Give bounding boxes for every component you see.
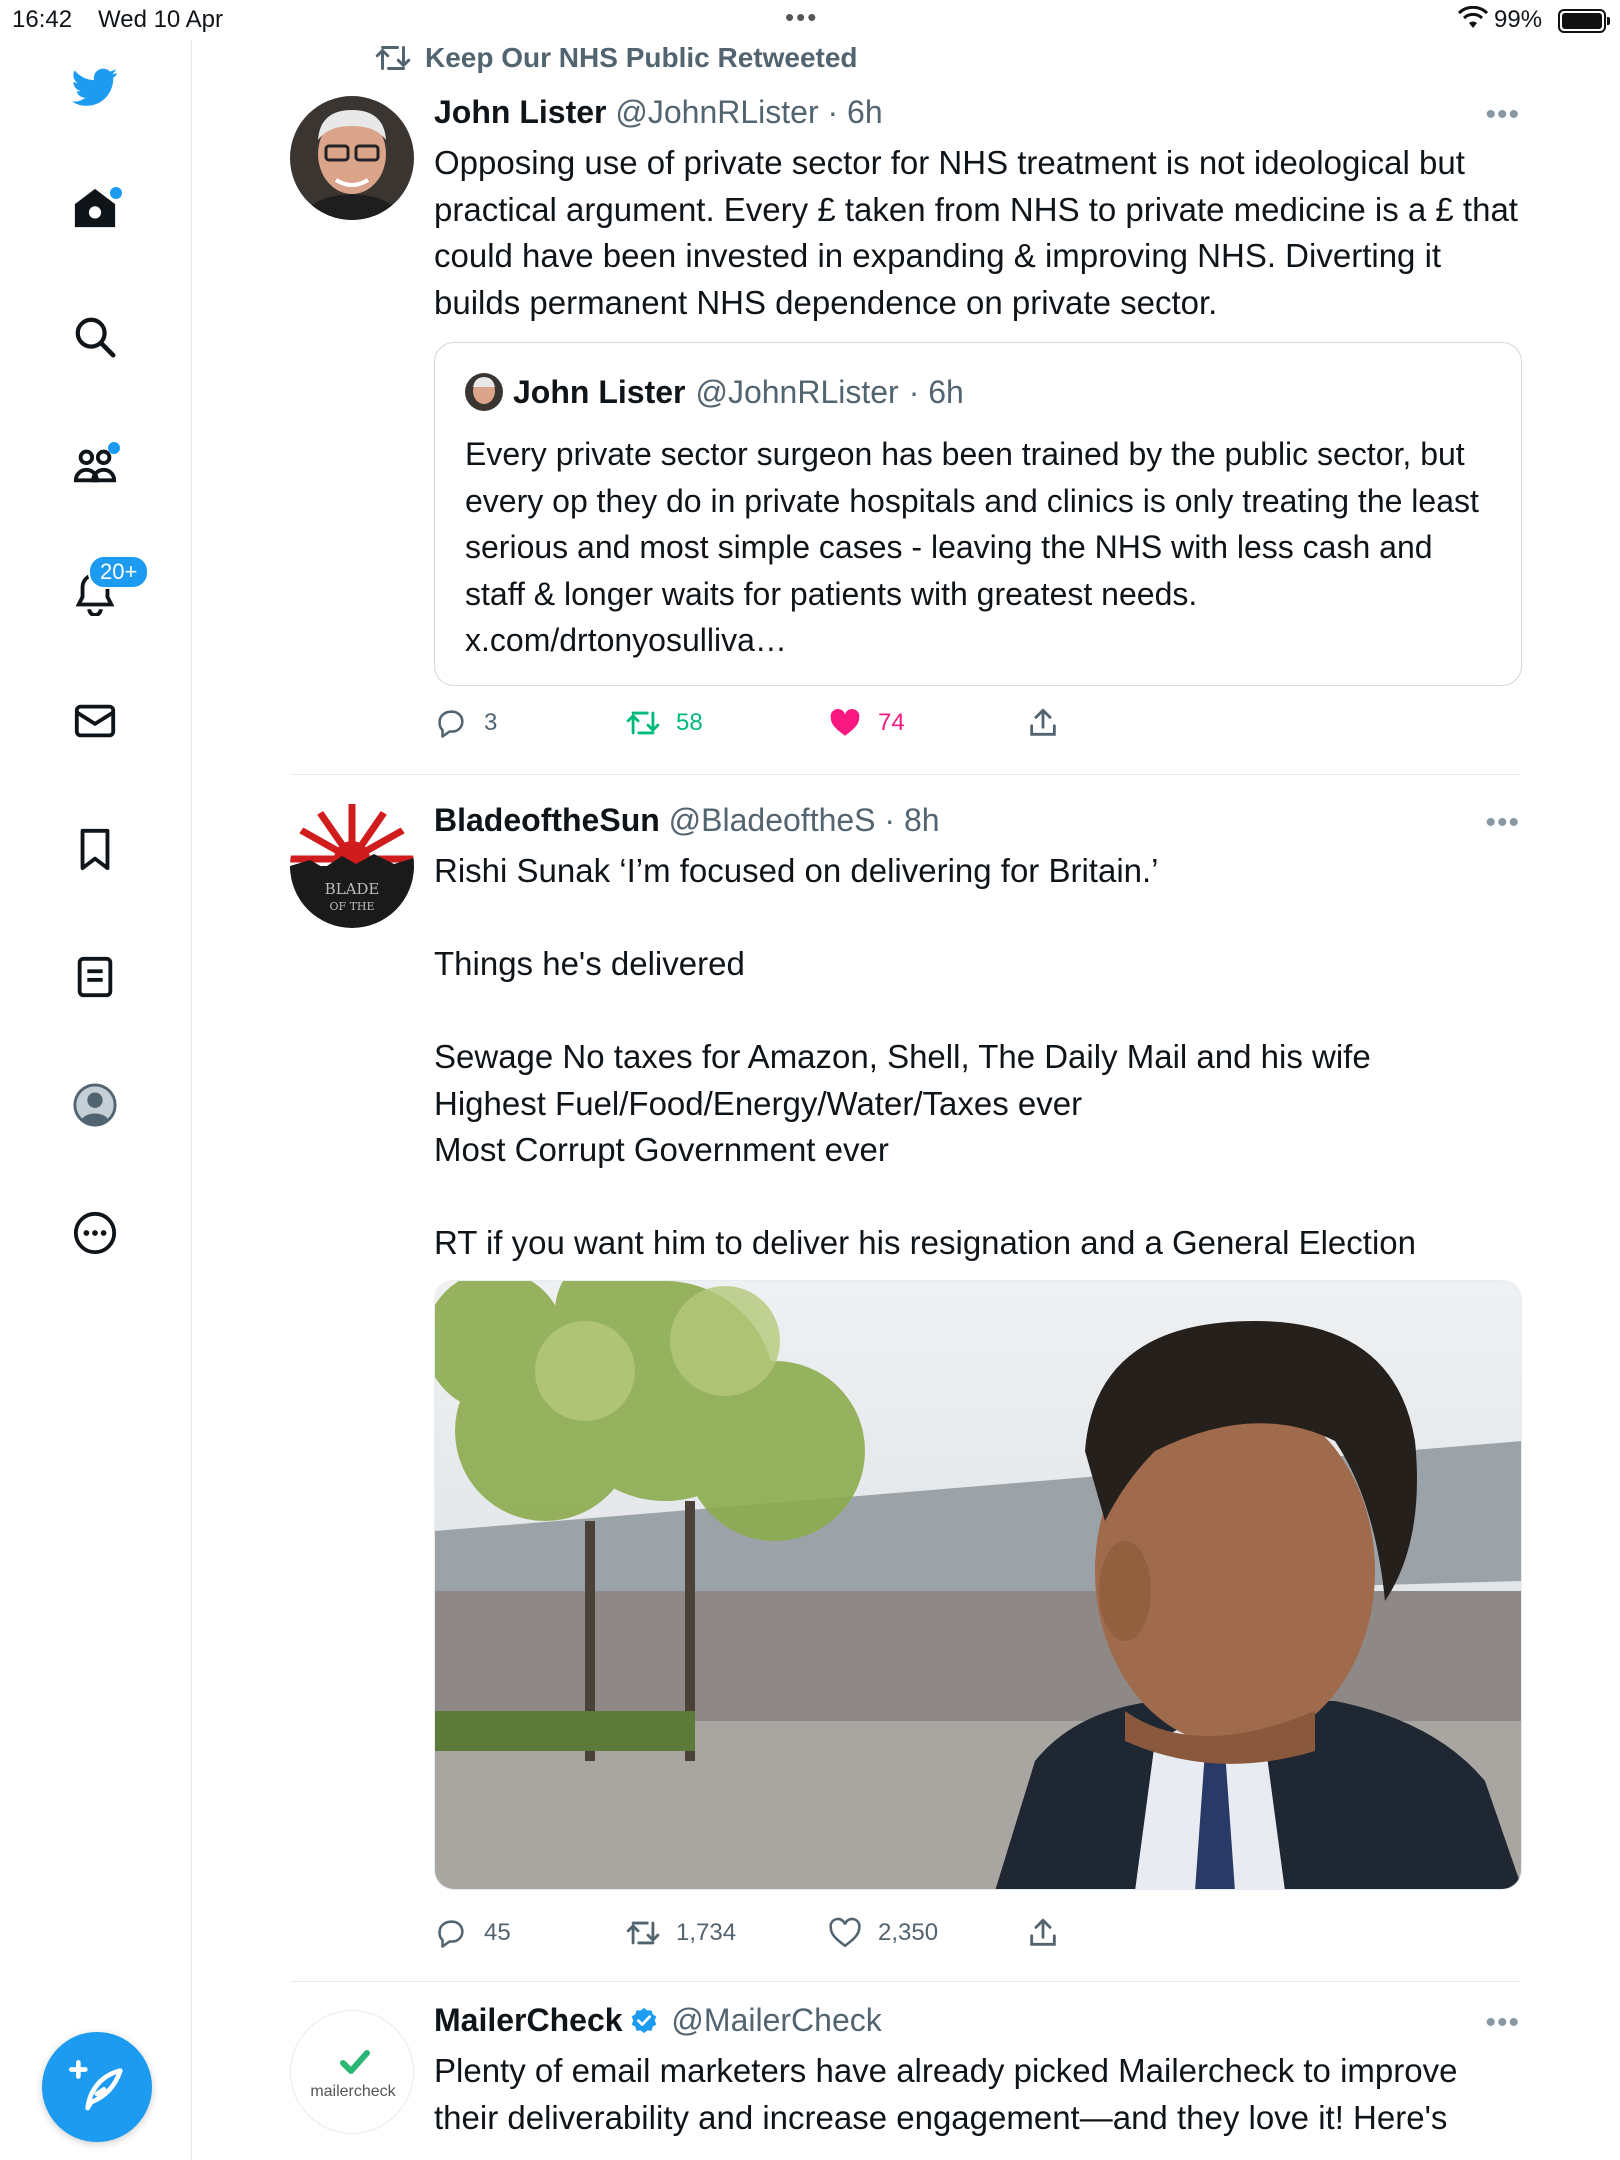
reply-button[interactable]: 3: [434, 706, 497, 740]
like-button[interactable]: 2,350: [828, 1916, 938, 1950]
lists-icon[interactable]: [70, 952, 120, 1002]
quoted-tweet-header: John Lister @JohnRLister · 6h: [465, 373, 964, 411]
battery-icon: [1558, 9, 1610, 33]
retweet-button[interactable]: 1,734: [626, 1916, 736, 1950]
display-name[interactable]: MailerCheck: [434, 2002, 623, 2038]
tweet-divider: [290, 1981, 1520, 1982]
reply-count: 3: [484, 709, 498, 736]
share-button[interactable]: [1026, 1916, 1060, 1950]
search-icon[interactable]: [70, 312, 120, 362]
like-count: 2,350: [878, 1919, 939, 1946]
reply-icon: [438, 1920, 464, 1948]
svg-text:OF THE: OF THE: [329, 900, 374, 913]
tweet-content: John Lister @JohnRLister · 6h ••• Opposi…: [434, 92, 1520, 326]
avatar[interactable]: [290, 96, 414, 220]
tweet-more-menu-icon[interactable]: •••: [1485, 98, 1520, 132]
compose-tweet-button[interactable]: [42, 2032, 152, 2142]
status-bar: 16:42 Wed 10 Apr ••• 99%: [0, 0, 1620, 40]
share-button[interactable]: [1026, 706, 1060, 740]
reply-button[interactable]: 45: [434, 1916, 511, 1950]
tweet-time[interactable]: · 6h: [827, 94, 882, 130]
tweet-more-menu-icon[interactable]: •••: [1485, 806, 1520, 840]
status-date: Wed 10 Apr: [98, 6, 223, 33]
retweet-icon: [626, 1921, 660, 1945]
avatar[interactable]: mailercheck: [290, 2010, 414, 2134]
share-icon: [1030, 708, 1056, 736]
quoted-display-name: John Lister: [513, 373, 686, 410]
more-options-icon[interactable]: [70, 1208, 120, 1258]
tweet-text: Plenty of email marketers have already p…: [434, 2052, 1467, 2136]
multitasking-dots[interactable]: •••: [785, 2, 818, 33]
tweet-john-lister[interactable]: John Lister @JohnRLister · 6h ••• Opposi…: [290, 92, 1522, 752]
tweet-bladeofthesun[interactable]: BLADE OF THE BladeoftheSun @BladeoftheS …: [290, 800, 1522, 1950]
home-unread-dot: [110, 187, 122, 199]
communities-unread-dot: [108, 442, 120, 454]
retweet-icon: [375, 46, 411, 70]
retweet-context-label: Keep Our NHS Public Retweeted: [425, 42, 858, 73]
retweet-button[interactable]: 58: [626, 706, 703, 740]
like-button[interactable]: 74: [828, 706, 905, 740]
feather-plus-icon: [69, 2060, 123, 2111]
retweet-count: 1,734: [676, 1919, 737, 1946]
tweet-image[interactable]: [434, 1280, 1522, 1890]
communities-icon[interactable]: [70, 440, 120, 490]
verified-badge-icon: [631, 2007, 656, 2034]
tweet-header: BladeoftheSun @BladeoftheS · 8h: [434, 800, 1520, 840]
heart-filled-icon: [830, 708, 860, 736]
tweet-text: Opposing use of private sector for NHS t…: [434, 144, 1528, 321]
reply-icon: [438, 710, 464, 738]
tweet-actions: 45 1,734 2,350: [434, 1916, 1234, 1956]
battery-percent: 99%: [1494, 6, 1543, 33]
avatar-text: BLADE: [325, 880, 380, 898]
user-handle[interactable]: @MailerCheck: [671, 2002, 881, 2038]
status-time: 16:42: [12, 6, 73, 33]
wifi-icon: [1457, 5, 1489, 37]
tweet-time[interactable]: · 8h: [884, 802, 939, 838]
retweet-icon: [626, 711, 660, 735]
share-icon: [1030, 1918, 1056, 1946]
notifications-count-badge: 20+: [88, 555, 150, 589]
messages-icon[interactable]: [70, 696, 120, 746]
home-icon[interactable]: [70, 183, 122, 233]
tweet-header: MailerCheck @MailerCheck: [434, 2000, 1520, 2040]
avatar-wordmark: mailercheck: [310, 2083, 396, 2100]
user-handle[interactable]: @BladeoftheS: [669, 802, 876, 838]
tweet-content: MailerCheck @MailerCheck ••• Plenty of e…: [434, 2000, 1520, 2141]
tweet-header: John Lister @JohnRLister · 6h: [434, 92, 1520, 132]
sidebar-nav: 20+: [0, 40, 192, 2160]
avatar[interactable]: BLADE OF THE: [290, 804, 414, 928]
quoted-tweet[interactable]: John Lister @JohnRLister · 6h Every priv…: [434, 342, 1522, 686]
reply-count: 45: [484, 1919, 511, 1946]
tweet-text: Rishi Sunak ‘I’m focused on delivering f…: [434, 852, 1416, 1261]
tweet-more-menu-icon[interactable]: •••: [1485, 2006, 1520, 2040]
display-name[interactable]: BladeoftheSun: [434, 802, 660, 838]
tweet-mailercheck[interactable]: mailercheck MailerCheck @MailerCheck •••…: [290, 2000, 1520, 2160]
user-handle[interactable]: @JohnRLister: [615, 94, 818, 130]
quoted-tweet-text: Every private sector surgeon has been tr…: [465, 436, 1479, 658]
quoted-tweet-time: · 6h: [908, 373, 964, 410]
retweet-count: 58: [676, 709, 703, 736]
tweet-divider: [290, 774, 1520, 775]
bookmarks-icon[interactable]: [70, 824, 120, 874]
like-count: 74: [878, 709, 905, 736]
quoted-avatar: [465, 373, 503, 411]
tweet-actions: 3 58 74: [434, 706, 1234, 746]
retweet-context[interactable]: Keep Our NHS Public Retweeted: [375, 40, 858, 76]
quoted-user-handle: @JohnRLister: [695, 373, 899, 410]
tweet-content: BladeoftheSun @BladeoftheS · 8h ••• Rish…: [434, 800, 1520, 1267]
twitter-logo-icon[interactable]: [70, 62, 120, 112]
display-name[interactable]: John Lister: [434, 94, 606, 130]
heart-outline-icon: [829, 1917, 861, 1948]
profile-avatar-icon[interactable]: [70, 1080, 120, 1130]
